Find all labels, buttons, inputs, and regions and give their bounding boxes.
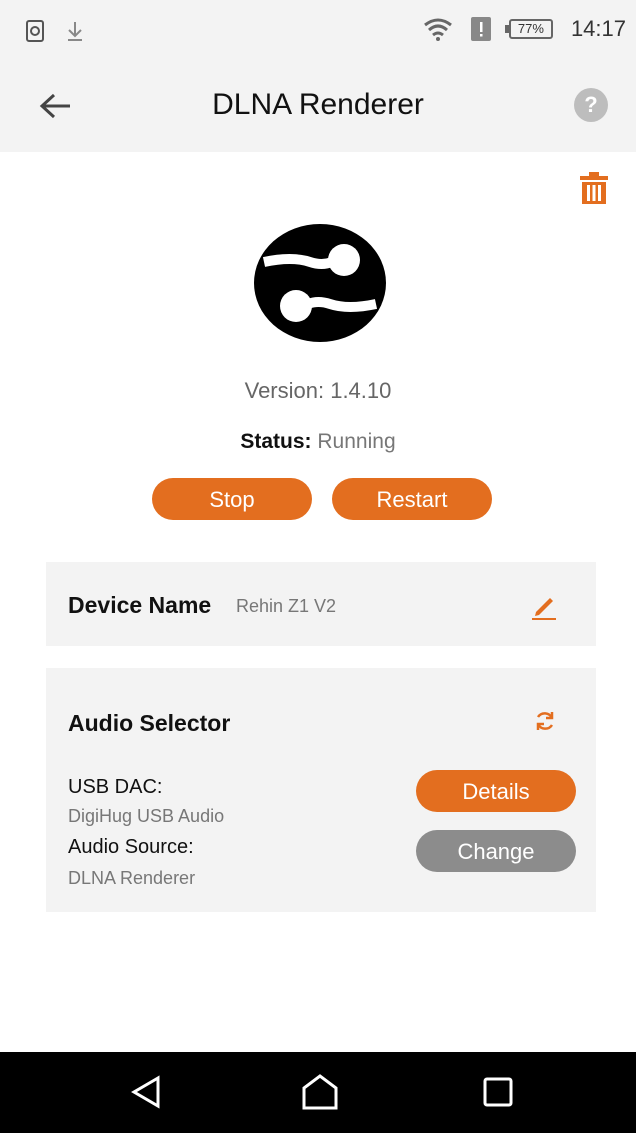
navigation-bar — [0, 1052, 636, 1133]
status-line: Status: Running — [0, 430, 636, 454]
edit-icon[interactable] — [530, 592, 558, 620]
change-button[interactable]: Change — [416, 830, 576, 872]
usb-dac-label: USB DAC: — [68, 776, 163, 798]
sim-alert-icon — [470, 17, 491, 41]
app-logo — [254, 224, 386, 342]
download-icon — [68, 22, 82, 41]
wifi-icon — [424, 18, 452, 41]
device-name-card: Device Name Rehin Z1 V2 — [46, 562, 596, 646]
nav-home-icon[interactable] — [300, 1072, 340, 1112]
nav-back-icon[interactable] — [128, 1074, 164, 1110]
nav-recent-icon[interactable] — [482, 1076, 514, 1108]
trash-icon[interactable] — [580, 172, 608, 204]
help-icon[interactable]: ? — [574, 88, 608, 122]
usb-dac-value: DigiHug USB Audio — [68, 806, 225, 826]
details-button[interactable]: Details — [416, 770, 576, 812]
status-value: Running — [317, 430, 396, 453]
battery-indicator: 77% — [504, 19, 553, 39]
device-name-label: Device Name — [68, 592, 212, 618]
page-title: DLNA Renderer — [212, 88, 424, 121]
device-name-value: Rehin Z1 V2 — [236, 596, 337, 616]
clock: 14:17 — [570, 16, 626, 41]
status-bar: 77% 14:17 — [0, 0, 636, 60]
stop-button[interactable]: Stop — [152, 478, 312, 520]
notification-icon — [26, 20, 44, 42]
audio-source-label: Audio Source: — [68, 836, 194, 858]
audio-source-value: DLNA Renderer — [68, 868, 196, 888]
status-label: Status: — [240, 430, 312, 453]
audio-selector-card: Audio Selector USB DAC: DigiHug USB Audi… — [46, 668, 596, 912]
audio-selector-title: Audio Selector — [68, 710, 231, 736]
app-bar: DLNA Renderer ? — [0, 60, 636, 152]
version-text: Version: 1.4.10 — [244, 378, 392, 403]
refresh-icon[interactable] — [534, 710, 556, 732]
restart-button[interactable]: Restart — [332, 478, 492, 520]
